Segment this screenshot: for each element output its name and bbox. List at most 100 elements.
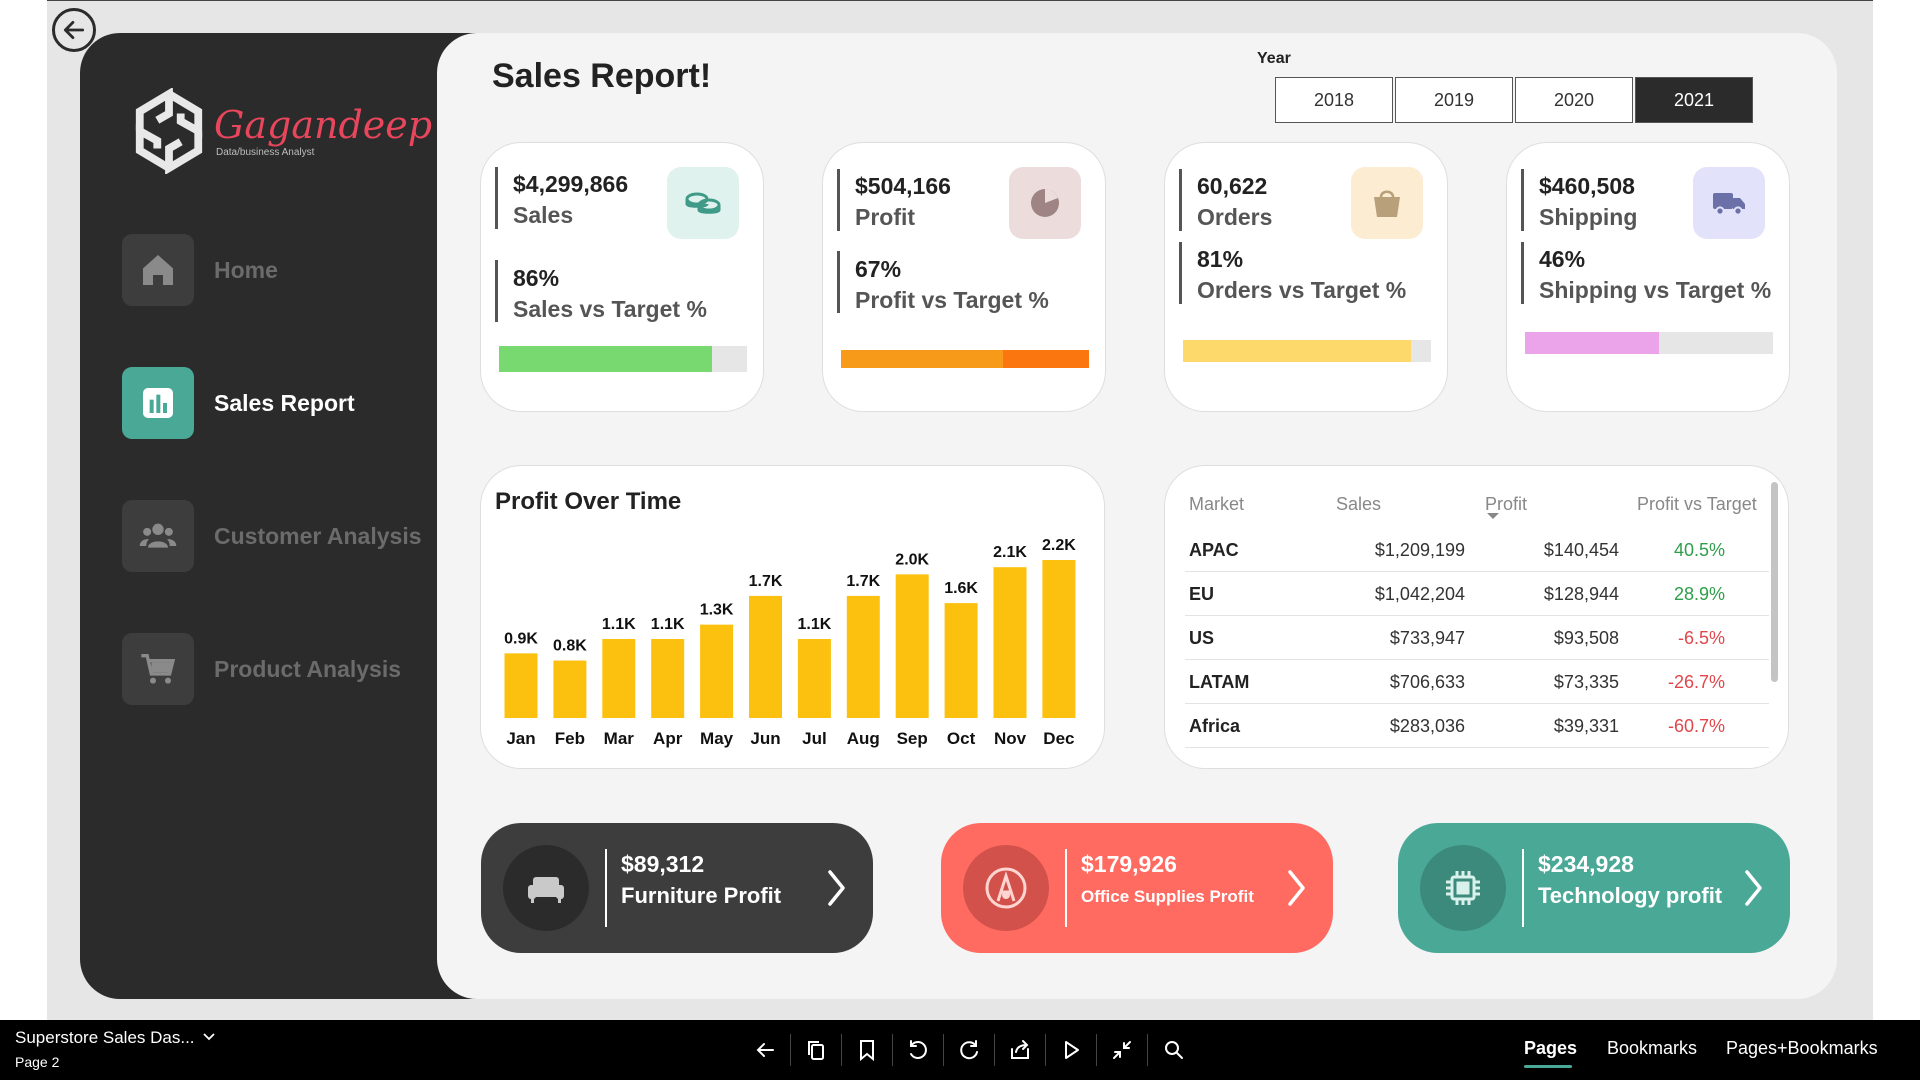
- table-row[interactable]: EU $1,042,204 $128,944 28.9%: [1185, 572, 1769, 616]
- table-row[interactable]: US $733,947 $93,508 -6.5%: [1185, 616, 1769, 660]
- collapse-button[interactable]: [1097, 1034, 1148, 1066]
- refresh-button[interactable]: [944, 1034, 995, 1066]
- search-button[interactable]: [1148, 1034, 1199, 1066]
- bar-jun[interactable]: [749, 595, 782, 718]
- sales-cell: $1,042,204: [1374, 584, 1465, 604]
- nav-label-customer-analysis: Customer Analysis: [214, 522, 422, 549]
- profit-vs-target-cell: 28.9%: [1673, 584, 1725, 604]
- chevron-down-icon[interactable]: [202, 1032, 216, 1042]
- tab-pages-bookmarks[interactable]: Pages+Bookmarks: [1726, 1038, 1878, 1059]
- table-row[interactable]: APAC $1,209,199 $140,454 40.5%: [1185, 528, 1769, 572]
- technology-profit-card[interactable]: $234,928 Technology profit: [1398, 823, 1790, 953]
- x-tick-label: Aug: [847, 729, 880, 748]
- table-row[interactable]: LATAM $706,633 $73,335 -26.7%: [1185, 660, 1769, 704]
- profit-vs-target-cell: -60.7%: [1667, 716, 1725, 736]
- share-button[interactable]: [995, 1034, 1046, 1066]
- year-tab-2019[interactable]: 2019: [1395, 77, 1513, 123]
- bar-dec[interactable]: [1042, 560, 1076, 718]
- category-icon-circle: [963, 845, 1049, 931]
- profit-vs-target-cell: -26.7%: [1667, 672, 1725, 692]
- nav-item-home[interactable]: Home: [122, 234, 278, 306]
- office-supplies-profit-card[interactable]: $179,926 Office Supplies Profit: [941, 823, 1333, 953]
- data-label: 1.7K: [846, 573, 880, 590]
- market-cell: LATAM: [1189, 672, 1250, 692]
- column-header-profit-vs-target[interactable]: Profit vs Target: [1637, 494, 1757, 515]
- nav-item-product-analysis[interactable]: Product Analysis: [122, 633, 401, 705]
- tab-pages[interactable]: Pages: [1524, 1038, 1577, 1059]
- kpi-icon-box: [667, 167, 739, 239]
- year-label: Year: [1257, 50, 1291, 67]
- x-tick-label: Jun: [750, 729, 780, 748]
- play-icon: [1065, 1041, 1079, 1059]
- column-header-market[interactable]: Market: [1189, 494, 1244, 515]
- table-scrollbar[interactable]: [1771, 482, 1778, 682]
- profit-vs-target-cell: -6.5%: [1677, 628, 1725, 648]
- market-cell: EU: [1189, 584, 1215, 604]
- nav-item-sales-report[interactable]: Sales Report: [122, 367, 355, 439]
- present-button[interactable]: [1046, 1034, 1097, 1066]
- year-tab-2018[interactable]: 2018: [1275, 77, 1393, 123]
- data-label: 2.1K: [993, 544, 1027, 561]
- bar-feb[interactable]: [553, 660, 587, 718]
- column-header-sales[interactable]: Sales: [1336, 494, 1381, 515]
- kpi-percent-label: Profit vs Target %: [855, 287, 1049, 313]
- bar-aug[interactable]: [846, 595, 880, 718]
- bar-sep[interactable]: [895, 574, 929, 718]
- furniture-profit-card[interactable]: $89,312 Furniture Profit: [481, 823, 873, 953]
- report-name[interactable]: Superstore Sales Das...: [15, 1028, 195, 1048]
- bar-nov[interactable]: [993, 567, 1027, 718]
- undo-icon: [910, 1040, 927, 1059]
- kpi-progress-bar: [1525, 332, 1773, 354]
- data-label: 1.7K: [749, 573, 783, 590]
- tab-bookmarks[interactable]: Bookmarks: [1607, 1038, 1697, 1059]
- profit-cell: $73,335: [1553, 672, 1619, 692]
- chevron-right-icon: [828, 870, 845, 906]
- kpi-card-shipping: $460,508 Shipping 46% Shipping vs Target…: [1507, 143, 1789, 411]
- x-tick-label: Feb: [555, 729, 585, 748]
- kpi-progress-fill: [1525, 332, 1659, 354]
- year-tab-2021[interactable]: 2021: [1635, 77, 1753, 123]
- nav-item-customer-analysis[interactable]: Customer Analysis: [122, 500, 422, 572]
- shopping-bag-icon: [1374, 190, 1400, 217]
- category-label: Furniture Profit: [621, 883, 782, 908]
- bar-mar[interactable]: [602, 639, 636, 718]
- bar-may[interactable]: [700, 624, 734, 718]
- bar-oct[interactable]: [944, 603, 978, 718]
- bar-jul[interactable]: [797, 639, 831, 718]
- arrow-left-icon: [63, 21, 85, 39]
- data-label: 0.9K: [504, 630, 538, 647]
- bar-apr[interactable]: [651, 639, 685, 718]
- kpi-value: $460,508: [1539, 173, 1635, 199]
- sales-cell: $1,209,199: [1374, 540, 1465, 560]
- nav-label-sales-report: Sales Report: [214, 389, 355, 416]
- table-row[interactable]: Africa $283,036 $39,331 -60.7%: [1185, 704, 1769, 748]
- back-tool-button[interactable]: [740, 1034, 791, 1066]
- profit-cell: $93,508: [1553, 628, 1619, 648]
- chevron-right-icon: [1745, 870, 1762, 906]
- kpi-percent: 67%: [855, 256, 902, 282]
- logo: Gagandeep Data/business Analyst: [130, 88, 432, 174]
- x-tick-label: Apr: [653, 729, 683, 748]
- profit-cell: $140,454: [1543, 540, 1619, 560]
- kpi-value: $504,166: [855, 173, 951, 199]
- x-tick-label: Jul: [802, 729, 827, 748]
- kpi-percent: 81%: [1197, 246, 1244, 272]
- copy-button[interactable]: [791, 1034, 842, 1066]
- kpi-icon-box: [1693, 167, 1765, 239]
- data-label: 1.1K: [798, 616, 832, 633]
- kpi-label: Profit: [855, 204, 916, 230]
- year-slicer: 2018 2019 2020 2021: [1275, 77, 1753, 123]
- year-tab-2020[interactable]: 2020: [1515, 77, 1633, 123]
- toolbar: [740, 1034, 1199, 1066]
- profit-over-time-chart: Profit Over Time 0.9K Jan 0.8K Feb 1.1K Mar 1.…: [481, 466, 1104, 768]
- undo-button[interactable]: [893, 1034, 944, 1066]
- logo-subtitle: Data/business Analyst: [216, 146, 315, 158]
- kpi-progress-bar: [841, 350, 1089, 368]
- bar-jan[interactable]: [504, 653, 538, 718]
- bookmark-button[interactable]: [842, 1034, 893, 1066]
- kpi-card-orders: 60,622 Orders 81% Orders vs Target %: [1165, 143, 1447, 411]
- active-tab-indicator: [1524, 1065, 1572, 1068]
- cart-icon: [141, 654, 176, 684]
- x-tick-label: Dec: [1043, 729, 1074, 748]
- kpi-icon-box: [1009, 167, 1081, 239]
